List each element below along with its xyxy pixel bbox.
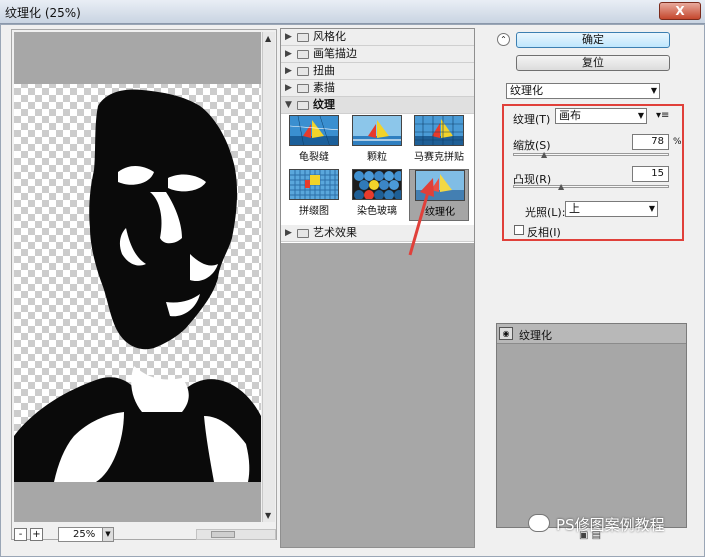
- preview-canvas[interactable]: [14, 32, 261, 522]
- scrollbar-thumb[interactable]: [211, 531, 235, 538]
- title-bar: 纹理化 (25%) X: [0, 0, 705, 24]
- relief-slider-handle[interactable]: ▲: [558, 183, 565, 191]
- folder-icon: [297, 84, 309, 93]
- gallery-list: ▶ 风格化 ▶ 画笔描边 ▶ 扭曲 ▶ 素描 ▼ 纹理 龟裂缝 颗粒 马赛克拼贴…: [281, 29, 474, 243]
- relief-input[interactable]: 15: [632, 166, 669, 182]
- scaling-slider-handle[interactable]: ▲: [541, 151, 548, 159]
- zoom-out-button[interactable]: -: [14, 528, 27, 541]
- filter-select[interactable]: 纹理化 ▼: [506, 83, 660, 99]
- open-folder-icon: [297, 101, 309, 110]
- chevron-down-icon: ▼: [648, 204, 655, 213]
- filter-preview-image: [289, 169, 339, 200]
- chevron-down-icon: ▼: [637, 111, 644, 120]
- filter-thumb-craquelure[interactable]: 龟裂缝: [284, 115, 344, 167]
- filter-gallery: ▶ 风格化 ▶ 画笔描边 ▶ 扭曲 ▶ 素描 ▼ 纹理 龟裂缝 颗粒 马赛克拼贴…: [280, 28, 475, 548]
- collapse-gallery-icon[interactable]: ⌃: [497, 33, 510, 46]
- folder-icon: [297, 229, 309, 238]
- expand-arrow-icon: ▶: [285, 228, 292, 238]
- filter-preview-image: [352, 169, 402, 200]
- filter-thumb-mosaic-tiles[interactable]: 马赛克拼贴: [409, 115, 469, 167]
- watermark: PS修图案例教程: [528, 512, 698, 536]
- zoom-dropdown-icon[interactable]: ▼: [102, 527, 114, 542]
- close-icon[interactable]: X: [659, 2, 701, 20]
- folder-icon: [297, 50, 309, 59]
- preview-vertical-scrollbar[interactable]: ▲ ▼: [262, 32, 275, 522]
- scaling-input[interactable]: 78: [632, 134, 669, 150]
- zoom-in-button[interactable]: +: [30, 528, 43, 541]
- invert-checkbox[interactable]: [514, 225, 524, 235]
- texture-label: 纹理(T): [513, 113, 551, 126]
- expand-arrow-icon: ▶: [285, 49, 292, 59]
- light-label: 光照(L):: [525, 206, 566, 219]
- collapse-arrow-icon: ▼: [285, 100, 292, 110]
- filter-thumb-patchwork[interactable]: 拼缀图: [284, 169, 344, 221]
- folder-icon: [297, 33, 309, 42]
- expand-arrow-icon: ▶: [285, 83, 292, 93]
- scroll-down-icon[interactable]: ▼: [265, 511, 271, 520]
- category-stylize[interactable]: ▶ 风格化: [281, 29, 474, 46]
- category-artistic[interactable]: ▶ 艺术效果: [281, 225, 474, 242]
- light-direction-select[interactable]: 上 ▼: [565, 201, 658, 217]
- relief-slider[interactable]: [513, 185, 669, 188]
- filter-thumb-stained-glass[interactable]: 染色玻璃: [347, 169, 407, 221]
- scaling-unit: %: [673, 137, 682, 147]
- ok-button[interactable]: 确定: [516, 32, 670, 48]
- category-distort[interactable]: ▶ 扭曲: [281, 63, 474, 80]
- preview-horizontal-scrollbar[interactable]: [196, 529, 276, 540]
- category-texture[interactable]: ▼ 纹理: [281, 97, 474, 114]
- effect-layers-panel: ◉ 纹理化: [496, 323, 687, 528]
- filter-preview-image: [352, 115, 402, 146]
- effect-layer-label: 纹理化: [519, 329, 552, 342]
- red-arrow-annotation: [408, 178, 434, 256]
- expand-arrow-icon: ▶: [285, 32, 292, 42]
- reset-button[interactable]: 复位: [516, 55, 670, 71]
- texture-menu-icon[interactable]: ▾≡: [656, 110, 669, 121]
- wechat-logo-icon: [528, 514, 550, 532]
- folder-icon: [297, 67, 309, 76]
- filter-preview-image: [414, 115, 464, 146]
- texture-select[interactable]: 画布 ▼: [555, 108, 647, 124]
- expand-arrow-icon: ▶: [285, 66, 292, 76]
- scroll-up-icon[interactable]: ▲: [265, 34, 271, 43]
- eye-icon[interactable]: ◉: [499, 327, 513, 340]
- filter-preview-image: [289, 115, 339, 146]
- category-brush-strokes[interactable]: ▶ 画笔描边: [281, 46, 474, 63]
- watermark-text: PS修图案例教程: [556, 516, 665, 534]
- invert-label: 反相(I): [527, 226, 561, 239]
- effect-layer-row[interactable]: ◉ 纹理化: [497, 324, 686, 344]
- category-sketch[interactable]: ▶ 素描: [281, 80, 474, 97]
- scaling-slider[interactable]: [513, 153, 669, 156]
- chevron-down-icon: ▼: [650, 86, 657, 95]
- window-title: 纹理化 (25%): [5, 6, 81, 20]
- filter-thumb-grain[interactable]: 颗粒: [347, 115, 407, 167]
